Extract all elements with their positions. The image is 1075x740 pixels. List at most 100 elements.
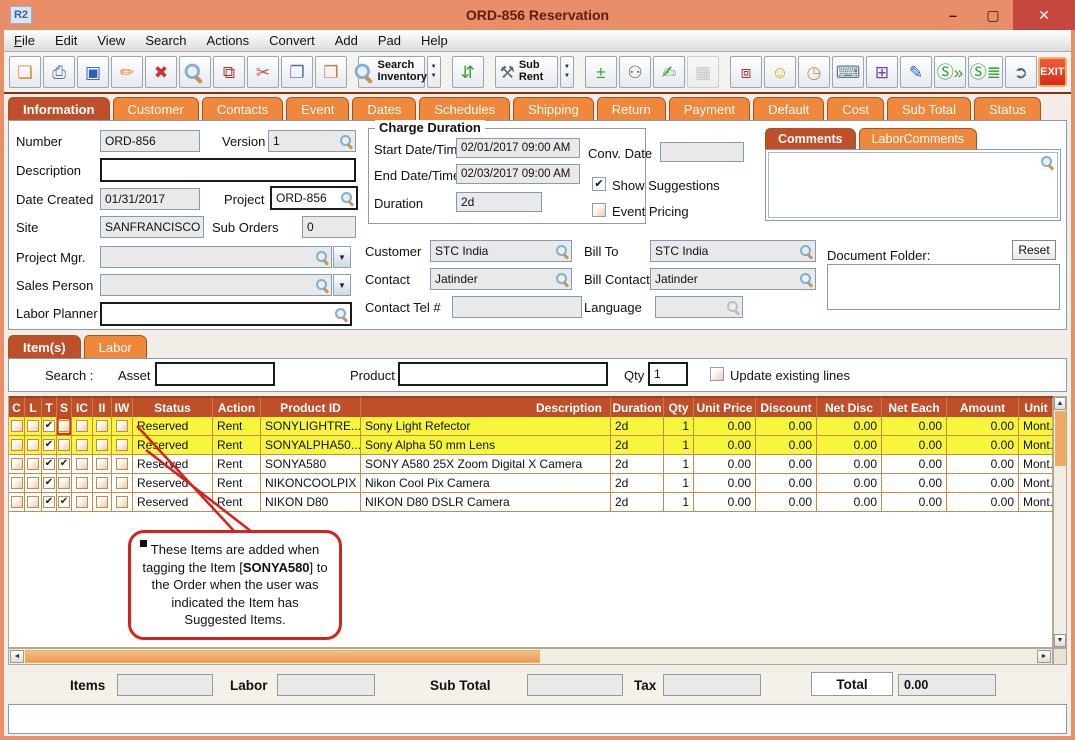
menu-item-actions[interactable]: Actions [197,33,260,48]
menu-item-file[interactable]: File [4,33,45,48]
project-mgr-lookup-icon[interactable] [315,250,329,264]
ic-checkbox[interactable] [76,439,88,451]
contact-field[interactable]: Jatinder [430,268,572,290]
bill-to-field[interactable]: STC India [650,240,816,262]
post-charges-icon[interactable]: Ⓢ» [934,56,966,88]
sales-person-field[interactable] [100,274,332,296]
tab-customer[interactable]: Customer [113,97,199,120]
column-header-t[interactable]: T [42,396,57,417]
tab-item-s[interactable]: Item(s) [8,335,81,358]
tab-return[interactable]: Return [597,97,666,120]
tab-default[interactable]: Default [753,97,824,120]
t-checkbox[interactable]: ✔ [43,458,55,470]
labor-planner-lookup-icon[interactable] [334,307,348,321]
menu-item-view[interactable]: View [87,33,135,48]
reset-button[interactable]: Reset [1012,240,1056,260]
print-icon[interactable]: ⎙ [43,56,75,88]
column-header-description[interactable]: Description [361,396,611,417]
edit-icon[interactable]: ✏ [111,56,143,88]
grid-horizontal-scrollbar[interactable]: ◄ ► [8,648,1053,665]
column-header-amount[interactable]: Amount [947,396,1019,417]
tab-shipping[interactable]: Shipping [513,97,594,120]
scroll-left-button[interactable]: ◄ [10,650,24,663]
tab-sub-total[interactable]: Sub Total [887,97,971,120]
column-header-net-each[interactable]: Net Each [882,396,947,417]
asset-input[interactable] [155,362,275,386]
t-checkbox[interactable]: ✔ [43,439,55,451]
project-lookup-icon[interactable] [340,191,354,205]
l-checkbox[interactable] [27,439,39,451]
column-header-unit[interactable]: Unit [1019,396,1054,417]
smiley-icon[interactable]: ☺ [764,56,796,88]
t-checkbox[interactable]: ✔ [43,496,55,508]
customer-field[interactable]: STC India [430,240,572,262]
l-checkbox[interactable] [27,420,39,432]
c-checkbox[interactable] [11,496,23,508]
tab-labor[interactable]: Labor [84,335,147,358]
column-header-ic[interactable]: IC [72,396,93,417]
s-checkbox[interactable]: ✔ [58,458,70,470]
column-header-l[interactable]: L [25,396,42,417]
c-checkbox[interactable] [11,477,23,489]
column-header-unit-price[interactable]: Unit Price [694,396,756,417]
tab-information[interactable]: Information [8,97,110,120]
ii-checkbox[interactable] [96,477,108,489]
grid-row[interactable]: ✔✔ReservedRentNIKON D80NIKON D80 DSLR Ca… [9,493,1052,512]
menu-item-search[interactable]: Search [135,33,196,48]
tab-event[interactable]: Event [286,97,349,120]
grid-vertical-scrollbar[interactable]: ▲ ▼ [1053,396,1067,648]
tab-dates[interactable]: Dates [352,97,416,120]
l-checkbox[interactable] [27,477,39,489]
menu-item-help[interactable]: Help [411,33,458,48]
t-checkbox[interactable]: ✔ [43,420,55,432]
iw-checkbox[interactable] [116,458,128,470]
qty-input[interactable] [648,362,688,386]
sub-rent-button[interactable]: ⚒Sub Rent [495,56,558,88]
version-lookup-icon[interactable] [339,134,353,148]
truck-icon[interactable]: ➲ [1005,56,1037,88]
search-inventory-button[interactable]: Search Inventory [358,56,425,88]
iw-checkbox[interactable] [116,439,128,451]
c-checkbox[interactable] [11,458,23,470]
tab-status[interactable]: Status [974,97,1041,120]
column-header-ii[interactable]: II [93,396,112,417]
s-checkbox[interactable] [58,477,70,489]
column-header-duration[interactable]: Duration [611,396,664,417]
iw-checkbox[interactable] [116,420,128,432]
ic-checkbox[interactable] [76,477,88,489]
document-folder-textarea[interactable] [827,264,1060,310]
bill-contact-lookup-icon[interactable] [799,272,813,286]
tab-laborcomments[interactable]: LaborComments [859,128,977,149]
column-header-qty[interactable]: Qty [664,396,694,417]
scroll-up-button[interactable]: ▲ [1054,397,1066,410]
iw-checkbox[interactable] [116,496,128,508]
tab-cost[interactable]: Cost [827,97,884,120]
add-line-icon[interactable]: ± [585,56,617,88]
column-header-iw[interactable]: IW [112,396,133,417]
tab-payment[interactable]: Payment [669,97,750,120]
labor-planner-field[interactable] [100,302,352,326]
description-input[interactable] [100,158,356,182]
exit-button[interactable]: EXIT [1038,57,1067,87]
ii-checkbox[interactable] [96,420,108,432]
delete-icon[interactable]: ✖ [145,56,177,88]
iw-checkbox[interactable] [116,477,128,489]
tab-comments[interactable]: Comments [765,128,856,149]
t-checkbox[interactable]: ✔ [43,477,55,489]
copy-to-order-icon[interactable]: ⧉ [213,56,245,88]
ic-checkbox[interactable] [76,458,88,470]
find-icon[interactable] [179,56,211,88]
column-header-discount[interactable]: Discount [756,396,817,417]
cut-icon[interactable]: ✂ [247,56,279,88]
ic-checkbox[interactable] [76,496,88,508]
comments-textarea[interactable] [765,149,1061,221]
tab-schedules[interactable]: Schedules [419,97,510,120]
keyboard-icon[interactable]: ⌨ [832,56,864,88]
menu-item-pad[interactable]: Pad [368,33,411,48]
s-checkbox[interactable] [58,439,70,451]
copy-icon[interactable]: ❐ [281,56,313,88]
grid-row[interactable]: ✔✔ReservedRentSONYA580SONY A580 25X Zoom… [9,455,1052,474]
org-chart-icon[interactable]: ⧈ [730,56,762,88]
save-icon[interactable]: ▣ [77,56,109,88]
contact-lookup-icon[interactable] [555,272,569,286]
